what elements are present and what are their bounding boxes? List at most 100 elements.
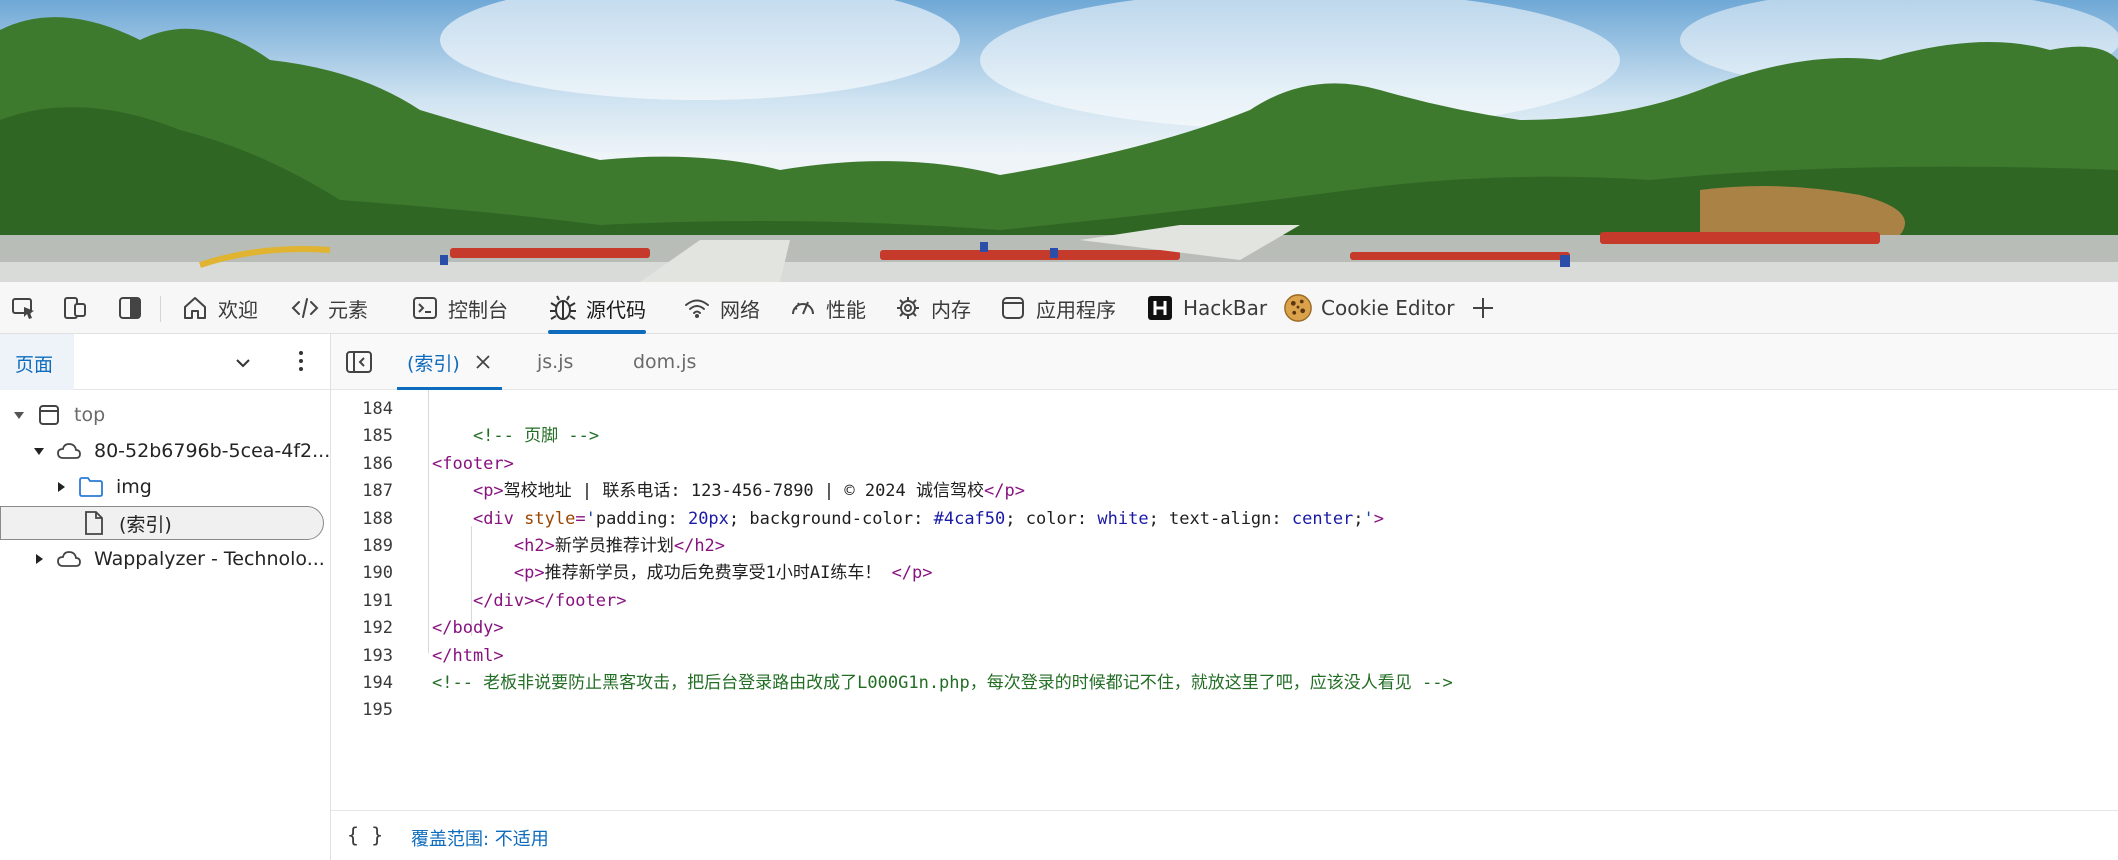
code-text: <h2>新学员推荐计划</h2> xyxy=(432,533,725,560)
code-token: style xyxy=(524,508,576,529)
code-area[interactable]: 184 185 <!-- 页脚 --> 186 <footer> 187 <p>驾校地址… xyxy=(331,390,2118,810)
home-icon xyxy=(180,293,210,323)
code-token: </html> xyxy=(432,645,504,666)
line-number[interactable]: 195 xyxy=(331,697,393,724)
more-options-icon[interactable] xyxy=(290,348,312,378)
plus-icon[interactable] xyxy=(1468,293,1498,323)
collapse-triangle-icon[interactable] xyxy=(54,481,68,493)
line-number[interactable]: 192 xyxy=(331,615,393,642)
code-token: </h2> xyxy=(673,536,726,556)
tab-console[interactable]: 控制台 xyxy=(410,282,508,334)
line-number[interactable]: 190 xyxy=(331,560,393,587)
code-icon xyxy=(290,293,320,323)
code-token: 推荐新学员，成功后免费享受1小时AI练车！ xyxy=(544,563,892,584)
code-line[interactable]: 195 xyxy=(331,697,2118,724)
line-number[interactable]: 186 xyxy=(331,451,393,478)
line-number[interactable]: 193 xyxy=(331,643,393,670)
code-text: <div style='padding: 20px; background-co… xyxy=(432,506,1384,533)
tab-label: 应用程序 xyxy=(1036,297,1116,322)
tab-label: 性能 xyxy=(826,297,866,322)
editor-tab-label: (索引) xyxy=(407,352,460,375)
code-token: 20px xyxy=(687,508,729,529)
tab-cookie-editor[interactable]: Cookie Editor xyxy=(1283,282,1454,334)
line-number[interactable]: 187 xyxy=(331,478,393,505)
code-text: <!-- 老板非说要防止黑客攻击，把后台登录路由改成了L000G1n.php，每… xyxy=(432,670,1453,697)
coverage-status: 覆盖范围: 不适用 xyxy=(411,829,549,850)
expand-triangle-icon[interactable] xyxy=(32,445,46,457)
pretty-print-button[interactable]: { } xyxy=(347,823,383,847)
chip-icon xyxy=(893,293,923,323)
code-text: </div></footer> xyxy=(432,588,627,615)
tree-item-wappalyzer[interactable]: Wappalyzer - Technolo... xyxy=(32,542,325,576)
close-icon[interactable] xyxy=(474,353,492,371)
tab-network[interactable]: 网络 xyxy=(682,282,760,334)
code-token: <!-- 页脚 --> xyxy=(432,426,600,447)
tree-item-label: top xyxy=(74,404,106,426)
app-window-icon xyxy=(998,293,1028,323)
chevron-down-icon[interactable] xyxy=(232,352,254,378)
tab-welcome[interactable]: 欢迎 xyxy=(180,282,258,334)
code-token: ' xyxy=(585,508,596,529)
code-line[interactable]: 191 </div></footer> xyxy=(331,588,2118,615)
line-number[interactable]: 194 xyxy=(331,670,393,697)
line-number[interactable]: 189 xyxy=(331,533,393,560)
code-line[interactable]: 188 <div style='padding: 20px; backgroun… xyxy=(331,506,2118,533)
line-number[interactable]: 191 xyxy=(331,588,393,615)
code-token: ; xyxy=(1353,508,1364,529)
code-line[interactable]: 185 <!-- 页脚 --> xyxy=(331,423,2118,450)
tab-label: 源代码 xyxy=(586,297,646,322)
tab-label: 控制台 xyxy=(448,297,508,322)
code-text: <p>推荐新学员，成功后免费享受1小时AI练车！ </p> xyxy=(432,560,933,587)
inspect-icon[interactable] xyxy=(9,293,39,323)
editor-tab-js[interactable]: js.js xyxy=(527,334,583,390)
expand-triangle-icon[interactable] xyxy=(12,409,26,421)
tab-sources[interactable]: 源代码 xyxy=(548,282,646,334)
code-token: padding: xyxy=(595,508,688,529)
tree-item-label: (索引) xyxy=(119,513,172,536)
code-line[interactable]: 193 </html> xyxy=(331,643,2118,670)
tree-item-index-file[interactable]: (索引) xyxy=(0,506,324,540)
cloud-icon xyxy=(56,546,82,572)
code-line[interactable]: 190 <p>推荐新学员，成功后免费享受1小时AI练车！ </p> xyxy=(331,560,2118,587)
code-text: </body> xyxy=(432,615,504,642)
tab-performance[interactable]: 性能 xyxy=(788,282,866,334)
tree-item-label: Wappalyzer - Technolo... xyxy=(94,548,325,570)
toggle-navigator-icon[interactable] xyxy=(345,349,373,379)
collapse-triangle-icon[interactable] xyxy=(32,553,46,565)
line-number[interactable]: 184 xyxy=(331,396,393,423)
editor-tab-dom[interactable]: dom.js xyxy=(623,334,706,390)
cookie-icon xyxy=(1283,293,1313,323)
navigator-header: 页面 xyxy=(0,334,330,390)
sources-navigator: 页面 top 80-52b6796b-5cea-4f2... img (索引) … xyxy=(0,334,331,860)
toolbar-divider xyxy=(160,296,161,322)
code-line[interactable]: 184 xyxy=(331,396,2118,423)
code-text: <footer> xyxy=(432,451,514,478)
code-line[interactable]: 187 <p>驾校地址 | 联系电话: 123-456-7890 | © 202… xyxy=(331,478,2118,505)
code-token: </p> xyxy=(984,481,1025,502)
device-toggle-icon[interactable] xyxy=(60,293,90,323)
code-token: </body> xyxy=(432,618,504,639)
tree-item-img-folder[interactable]: img xyxy=(54,470,152,504)
tree-item-label: 80-52b6796b-5cea-4f2... xyxy=(94,440,331,462)
tab-application[interactable]: 应用程序 xyxy=(998,282,1116,334)
tab-memory[interactable]: 内存 xyxy=(893,282,971,334)
line-number[interactable]: 188 xyxy=(331,506,393,533)
tree-item-top[interactable]: top xyxy=(12,398,105,432)
code-line[interactable]: 186 <footer> xyxy=(331,451,2118,478)
editor-tab-index[interactable]: (索引) xyxy=(397,334,502,390)
tab-label: 内存 xyxy=(931,297,971,322)
tab-elements[interactable]: 元素 xyxy=(290,282,368,334)
page-tab[interactable]: 页面 xyxy=(15,350,53,377)
code-line[interactable]: 194 <!-- 老板非说要防止黑客攻击，把后台登录路由改成了L000G1n.ph… xyxy=(331,670,2118,697)
dock-panel-icon[interactable] xyxy=(115,293,145,323)
code-line[interactable]: 192 </body> xyxy=(331,615,2118,642)
code-line[interactable]: 189 <h2>新学员推荐计划</h2> xyxy=(331,533,2118,560)
line-number[interactable]: 185 xyxy=(331,423,393,450)
tab-hackbar[interactable]: HackBar xyxy=(1145,282,1267,334)
code-token: ; background-color: xyxy=(728,508,934,529)
tree-item-origin[interactable]: 80-52b6796b-5cea-4f2... xyxy=(32,434,330,468)
